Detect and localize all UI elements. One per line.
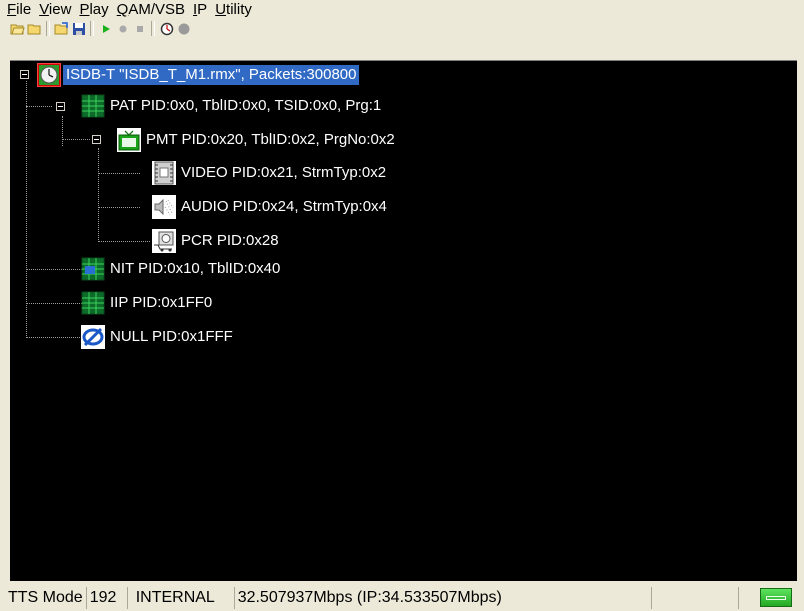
menu-file-label: ile — [16, 1, 32, 18]
transport-stream-tree[interactable]: ISDB-T "ISDB_T_M1.rmx", Packets:300800 P… — [10, 60, 797, 581]
menu-utility-mnemonic: U — [215, 1, 227, 18]
tree-node-root-label: ISDB-T "ISDB_T_M1.rmx", Packets:300800 — [63, 65, 360, 85]
save-icon[interactable] — [71, 21, 86, 36]
status-clock-source: INTERNAL — [128, 586, 235, 609]
tree-node-audio-label: AUDIO PID:0x24, StrmTyp:0x4 — [181, 198, 387, 215]
menu-play-label: lay — [89, 1, 109, 18]
collapse-pat-icon[interactable] — [56, 102, 65, 111]
status-empty-cell — [652, 586, 739, 609]
tree-connector — [26, 303, 82, 304]
open-folder-icon[interactable] — [10, 21, 25, 36]
tree-node-null-label: NULL PID:0x1FFF — [110, 328, 233, 345]
toolbar-separator — [151, 21, 155, 36]
menu-view-label: iew — [48, 1, 72, 18]
timer-icon[interactable] — [159, 21, 174, 36]
menu-play-mnemonic: P — [79, 1, 90, 18]
stop-icon[interactable] — [132, 21, 147, 36]
tree-connector — [26, 106, 52, 107]
status-bar: TTS Mode 192 INTERNAL 32.507937Mbps (IP:… — [0, 584, 804, 611]
tree-node-pat-label: PAT PID:0x0, TblID:0x0, TSID:0x0, Prg:1 — [110, 97, 382, 114]
status-packet-size: 192 — [87, 586, 128, 609]
folder-icon[interactable] — [27, 21, 42, 36]
tree-node-video-label: VIDEO PID:0x21, StrmTyp:0x2 — [181, 164, 387, 181]
menu-file[interactable]: File — [3, 0, 35, 19]
status-mode: TTS Mode — [0, 586, 87, 609]
status-led-icon — [760, 588, 792, 607]
tree-node-nit-label: NIT PID:0x10, TblID:0x40 — [110, 260, 281, 277]
collapse-root-icon[interactable] — [20, 70, 29, 79]
toolbar — [10, 19, 250, 38]
tv-icon — [117, 128, 141, 152]
tree-node-null[interactable]: NULL PID:0x1FFF — [81, 325, 236, 349]
menu-utility-label: tility — [226, 1, 252, 18]
menu-bar: File View Play QAM/VSB IP Utility — [0, 0, 804, 19]
tree-connector — [62, 116, 63, 146]
open-file-icon[interactable] — [54, 21, 69, 36]
toolbar-separator — [46, 21, 50, 36]
menu-qam-vsb[interactable]: QAM/VSB — [113, 0, 189, 19]
menu-utility[interactable]: Utility — [211, 0, 256, 19]
menu-file-mnemonic: F — [7, 1, 17, 18]
collapse-pmt-icon[interactable] — [92, 135, 101, 144]
null-packet-icon — [81, 325, 105, 349]
clock-cart-icon — [152, 229, 176, 253]
tree-node-video[interactable]: VIDEO PID:0x21, StrmTyp:0x2 — [152, 161, 389, 185]
status-icon[interactable] — [176, 21, 191, 36]
stream-clock-icon — [37, 63, 61, 87]
tree-connector — [98, 207, 140, 208]
tree-connector — [26, 269, 82, 270]
film-icon — [152, 161, 176, 185]
menu-view-mnemonic: V — [39, 1, 49, 18]
menu-qam-label: AM/VSB — [128, 1, 185, 18]
tree-node-iip[interactable]: IIP PID:0x1FF0 — [81, 291, 215, 315]
tree-connector — [26, 81, 27, 338]
menu-view[interactable]: View — [35, 0, 75, 19]
tree-node-iip-label: IIP PID:0x1FF0 — [110, 294, 213, 311]
tree-connector — [26, 337, 82, 338]
tree-connector — [62, 139, 90, 140]
tree-node-pmt-label: PMT PID:0x20, TblID:0x2, PrgNo:0x2 — [146, 131, 395, 148]
tree-node-root[interactable]: ISDB-T "ISDB_T_M1.rmx", Packets:300800 — [37, 63, 360, 87]
network-table-icon — [81, 257, 105, 281]
play-icon[interactable] — [98, 21, 113, 36]
menu-ip-label: P — [197, 1, 208, 18]
record-icon[interactable] — [115, 21, 130, 36]
tree-node-audio[interactable]: AUDIO PID:0x24, StrmTyp:0x4 — [152, 195, 390, 219]
menu-ip[interactable]: IP — [189, 0, 211, 19]
menu-qam-mnemonic: Q — [116, 1, 129, 18]
table-icon — [81, 94, 105, 118]
tree-node-pmt[interactable]: PMT PID:0x20, TblID:0x2, PrgNo:0x2 — [117, 128, 398, 152]
tree-node-nit[interactable]: NIT PID:0x10, TblID:0x40 — [81, 257, 283, 281]
speaker-icon — [152, 195, 176, 219]
tree-connector — [98, 241, 150, 242]
status-bitrate: 32.507937Mbps (IP:34.533507Mbps) — [235, 586, 652, 609]
tree-node-pcr-label: PCR PID:0x28 — [181, 232, 279, 249]
tree-connector — [98, 148, 99, 242]
tree-node-pat[interactable]: PAT PID:0x0, TblID:0x0, TSID:0x0, Prg:1 — [81, 94, 384, 118]
toolbar-separator — [90, 21, 94, 36]
tree-node-pcr[interactable]: PCR PID:0x28 — [152, 229, 282, 253]
menu-play[interactable]: Play — [75, 0, 112, 19]
tree-connector — [98, 173, 140, 174]
table-icon — [81, 291, 105, 315]
